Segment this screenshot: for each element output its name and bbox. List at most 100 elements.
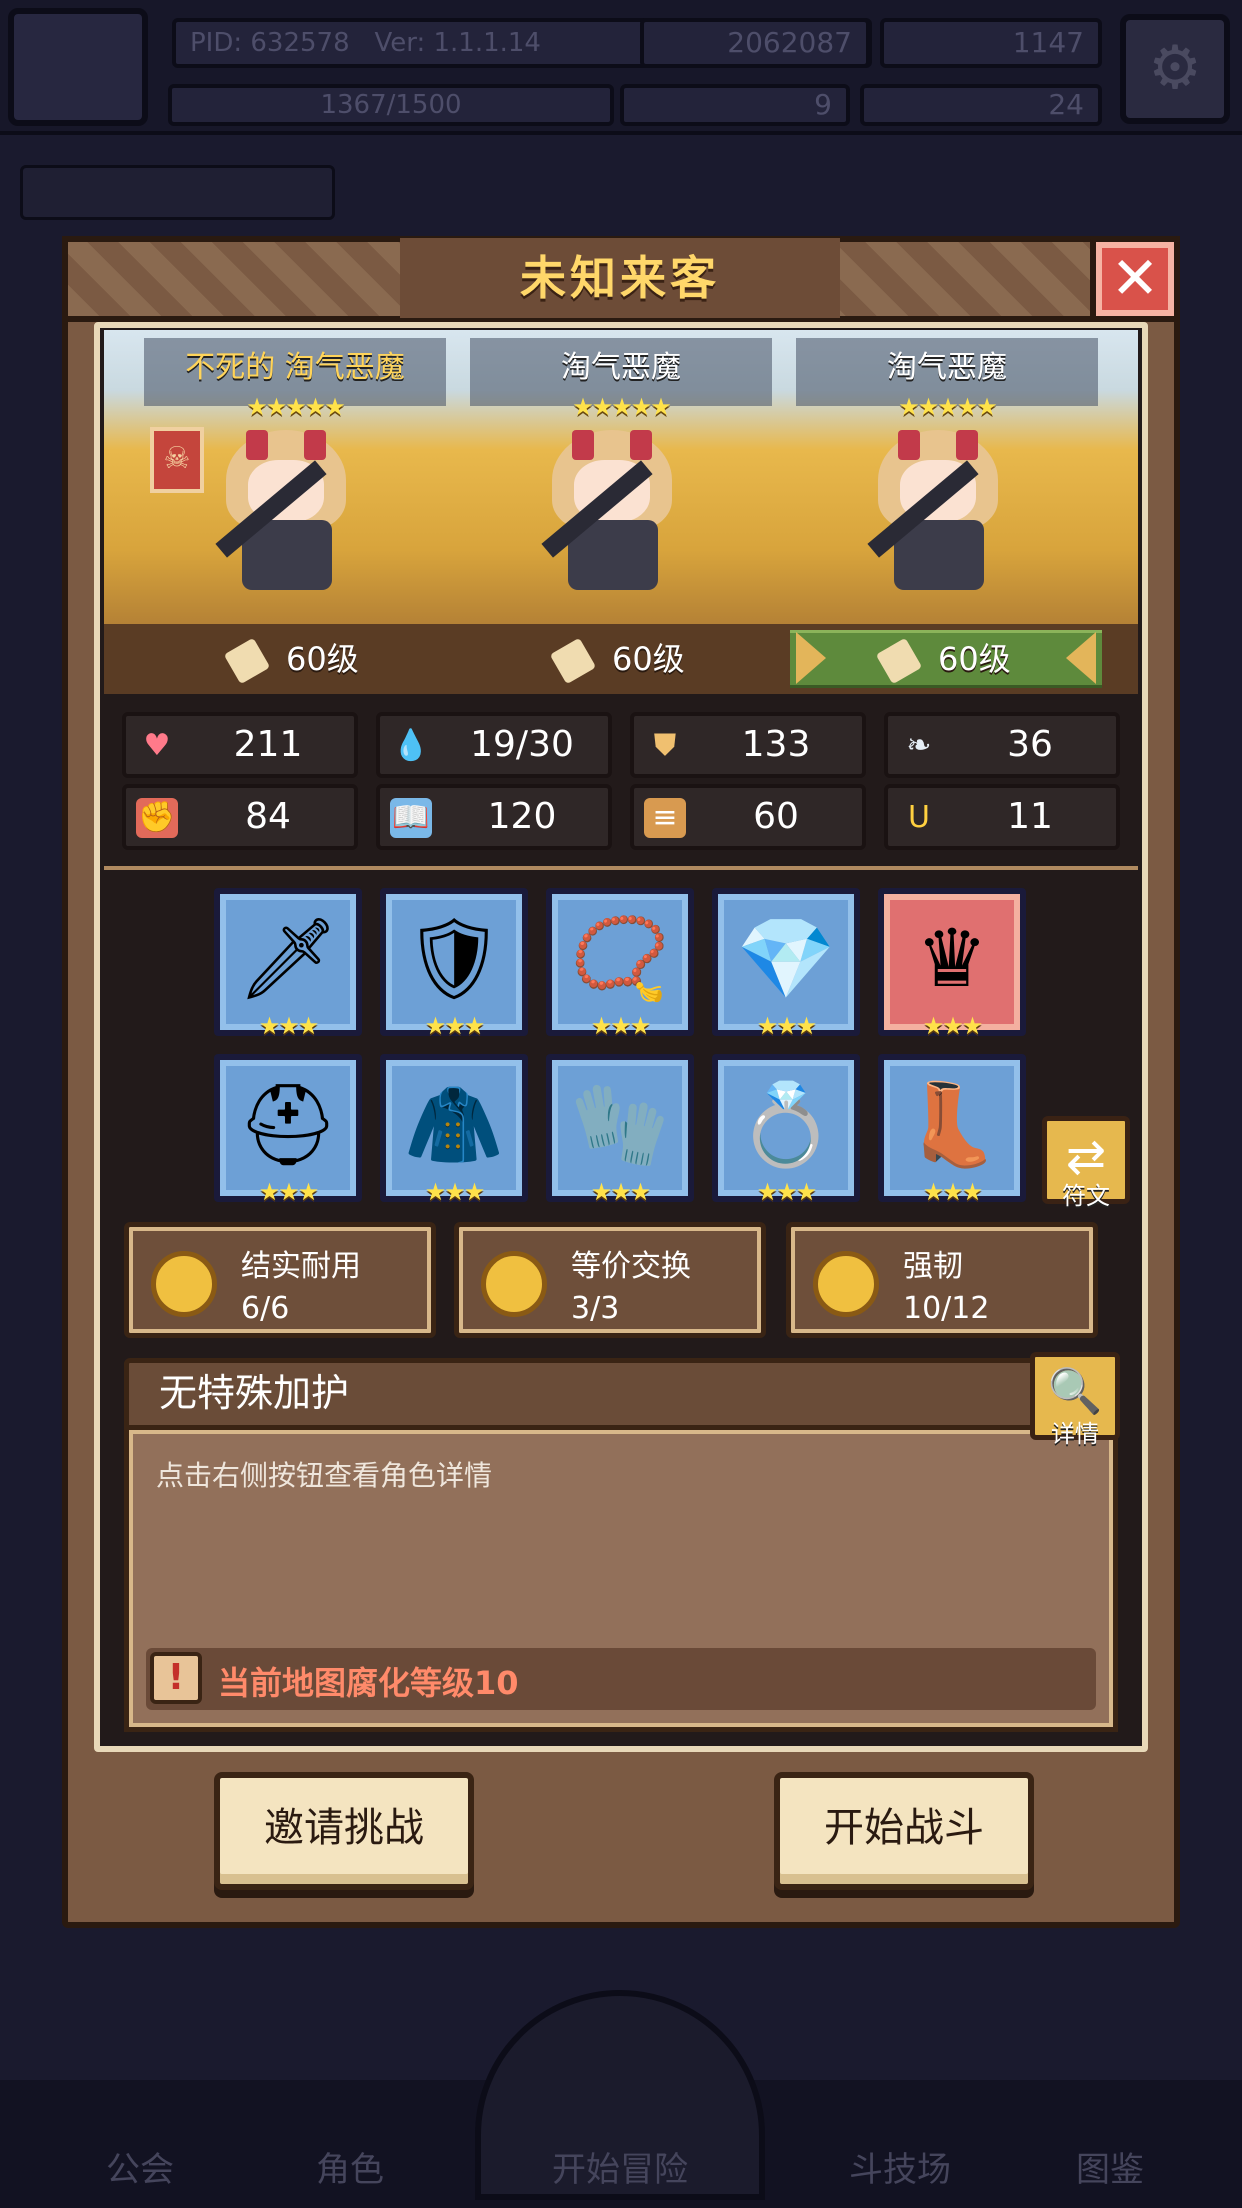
bone-icon [549,637,597,685]
equip-stars: ★★★ [258,1012,320,1040]
equip-stars: ★★★ [756,1012,818,1040]
trait-count: 3/3 [571,1291,620,1326]
trait-card-3[interactable]: 强韧 10/12 [786,1222,1098,1338]
trait-card-1[interactable]: 结实耐用 6/6 [124,1222,436,1338]
description-text: 点击右侧按钮查看角色详情 [156,1459,493,1492]
nav-start-adventure[interactable]: 开始冒险 [480,2140,760,2200]
player-avatar[interactable] [8,8,148,126]
equip-slot-crown[interactable]: ♛ ★★★ [878,888,1026,1040]
gauntlet-icon: 🧤 [570,1078,670,1171]
equip-slot-necklace[interactable]: 📿 ★★★ [546,888,694,1040]
stat-luck-value: 11 [1007,796,1053,837]
trait-coin-icon [813,1251,879,1317]
wing-icon: ❧ [906,728,932,763]
nav-guild[interactable]: 公会 [40,2140,240,2200]
settings-gear-icon[interactable]: ⚙ [1120,14,1230,124]
stat-magic-value: 120 [487,796,557,837]
enemy-sprite-3[interactable] [838,430,1038,610]
nav-character[interactable]: 角色 [250,2140,450,2200]
boots-icon: 👢 [902,1078,1002,1171]
stat-hp-value: 211 [233,724,303,765]
enemy-stars-3: ★★★★★ [898,393,998,421]
stat-resist: ≡ 60 [630,784,866,850]
sword-icon: 🗡 [237,912,339,1005]
ring-icon: 💍 [736,1078,836,1171]
side-banner [20,165,335,220]
stat-resist-value: 60 [753,796,799,837]
enemy-level-2-text: 60级 [612,640,685,678]
equip-slot-boots[interactable]: 👢 ★★★ [878,1054,1026,1206]
trait-name: 结实耐用 [241,1249,361,1284]
rune-label: 符文 [1062,1182,1110,1210]
shield-icon: 🛡 [403,912,505,1005]
enemy-level-3-text: 60级 [938,640,1011,678]
close-icon[interactable]: ✕ [1090,236,1180,322]
nav-codex[interactable]: 图鉴 [1010,2140,1210,2200]
start-battle-button[interactable]: 开始战斗 [774,1772,1034,1890]
armor-icon: 🧥 [404,1078,504,1171]
corruption-warning-text: 当前地图腐化等级10 [218,1664,519,1702]
equip-stars: ★★★ [424,1178,486,1206]
stat-luck: Ս 11 [884,784,1120,850]
stat-magic: 📖 120 [376,784,612,850]
trait-card-2[interactable]: 等价交换 3/3 [454,1222,766,1338]
equip-stars: ★★★ [922,1178,984,1206]
equip-slot-helmet[interactable]: ⛑ ★★★ [214,1054,362,1206]
nav-arena[interactable]: 斗技场 [800,2140,1000,2200]
bone-icon [875,637,923,685]
enemy-stars-2: ★★★★★ [572,393,672,421]
equip-stars: ★★★ [424,1012,486,1040]
dialog-title: 未知来客 [400,238,840,318]
hood-icon: ⛑ [237,1078,339,1171]
horseshoe-icon: Ս [908,800,930,835]
trait-coin-icon [481,1251,547,1317]
fist-icon: ✊ [136,798,178,838]
magnifier-icon: 🔍 [1047,1366,1103,1417]
stat-defense: ⛊ 133 [630,712,866,778]
stat-mana-value: 19/30 [470,724,574,765]
enemy-level-1-text: 60级 [286,640,359,678]
equip-slot-armor[interactable]: 🧥 ★★★ [380,1054,528,1206]
stat-defense-value: 133 [741,724,811,765]
gem-counter: 1147 [880,18,1102,68]
trait-count: 6/6 [241,1291,290,1326]
equip-slot-weapon[interactable]: 🗡 ★★★ [214,888,362,1040]
stat-hp: ♥ 211 [122,712,358,778]
equip-slot-gem[interactable]: 💎 ★★★ [712,888,860,1040]
equip-stars: ★★★ [590,1012,652,1040]
bone-icon [223,637,271,685]
book-icon: 📖 [390,798,432,838]
heart-icon: ♥ [143,728,171,763]
key-counter: 24 [860,84,1102,126]
shield-icon: ⛊ [653,728,677,763]
warning-icon: ! [150,1652,202,1704]
enemy-sprite-1[interactable] [186,430,386,610]
equip-slot-shield[interactable]: 🛡 ★★★ [380,888,528,1040]
version-text: Ver: 1.1.1.14 [374,28,541,58]
enemy-stars-1: ★★★★★ [246,393,346,421]
equip-stars: ★★★ [922,1012,984,1040]
enemy-level-3: 60级 [875,632,1102,686]
enemy-sprite-2[interactable] [512,430,712,610]
equip-slot-gloves[interactable]: 🧤 ★★★ [546,1054,694,1206]
stat-attack-value: 84 [245,796,291,837]
equip-stars: ★★★ [590,1178,652,1206]
trait-name: 强韧 [903,1249,963,1284]
crown-icon: ♛ [916,912,988,1005]
trait-count: 10/12 [903,1291,990,1326]
stat-speed-value: 36 [1007,724,1053,765]
gem-icon: 💎 [736,912,836,1005]
invite-challenge-button[interactable]: 邀请挑战 [214,1772,474,1890]
gold-counter: 2062087 [640,18,870,68]
equip-slot-ring[interactable]: 💍 ★★★ [712,1054,860,1206]
scroll-icon: ≡ [644,798,686,838]
stat-mana: 💧 19/30 [376,712,612,778]
stat-speed: ❧ 36 [884,712,1120,778]
blessing-title: 无特殊加护 [124,1358,1044,1430]
enemy-level-1: 60级 [223,632,450,686]
equip-stars: ★★★ [756,1178,818,1206]
equip-stars: ★★★ [258,1178,320,1206]
enemy-level-2: 60级 [549,632,776,686]
detail-label: 详情 [1051,1420,1099,1448]
divider [104,866,1138,870]
